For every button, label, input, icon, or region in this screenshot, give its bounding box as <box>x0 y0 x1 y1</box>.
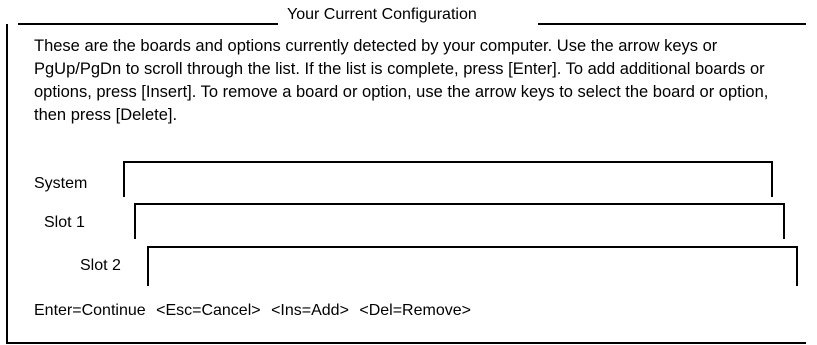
frame-bottom-border <box>6 342 806 344</box>
instructions-text: These are the boards and options current… <box>34 37 769 124</box>
slot-2-label: Slot 2 <box>80 257 121 274</box>
slot-2-field[interactable] <box>147 246 798 286</box>
slot-1-field[interactable] <box>134 203 785 239</box>
frame-left-border <box>6 24 8 342</box>
system-field[interactable] <box>123 161 773 197</box>
del-remove-key[interactable]: <Del=Remove> <box>359 302 471 319</box>
frame-top-border-right <box>538 23 806 25</box>
slot-1-label: Slot 1 <box>44 214 85 231</box>
system-label: System <box>34 175 88 192</box>
frame-top-border-left <box>18 23 278 25</box>
esc-cancel-key[interactable]: <Esc=Cancel> <box>156 302 261 319</box>
enter-continue-key[interactable]: Enter=Continue <box>34 302 146 319</box>
ins-add-key[interactable]: <Ins=Add> <box>271 302 349 319</box>
key-legend: Enter=Continue <Esc=Cancel> <Ins=Add> <D… <box>34 301 477 321</box>
dialog-title: Your Current Configuration <box>287 6 477 23</box>
